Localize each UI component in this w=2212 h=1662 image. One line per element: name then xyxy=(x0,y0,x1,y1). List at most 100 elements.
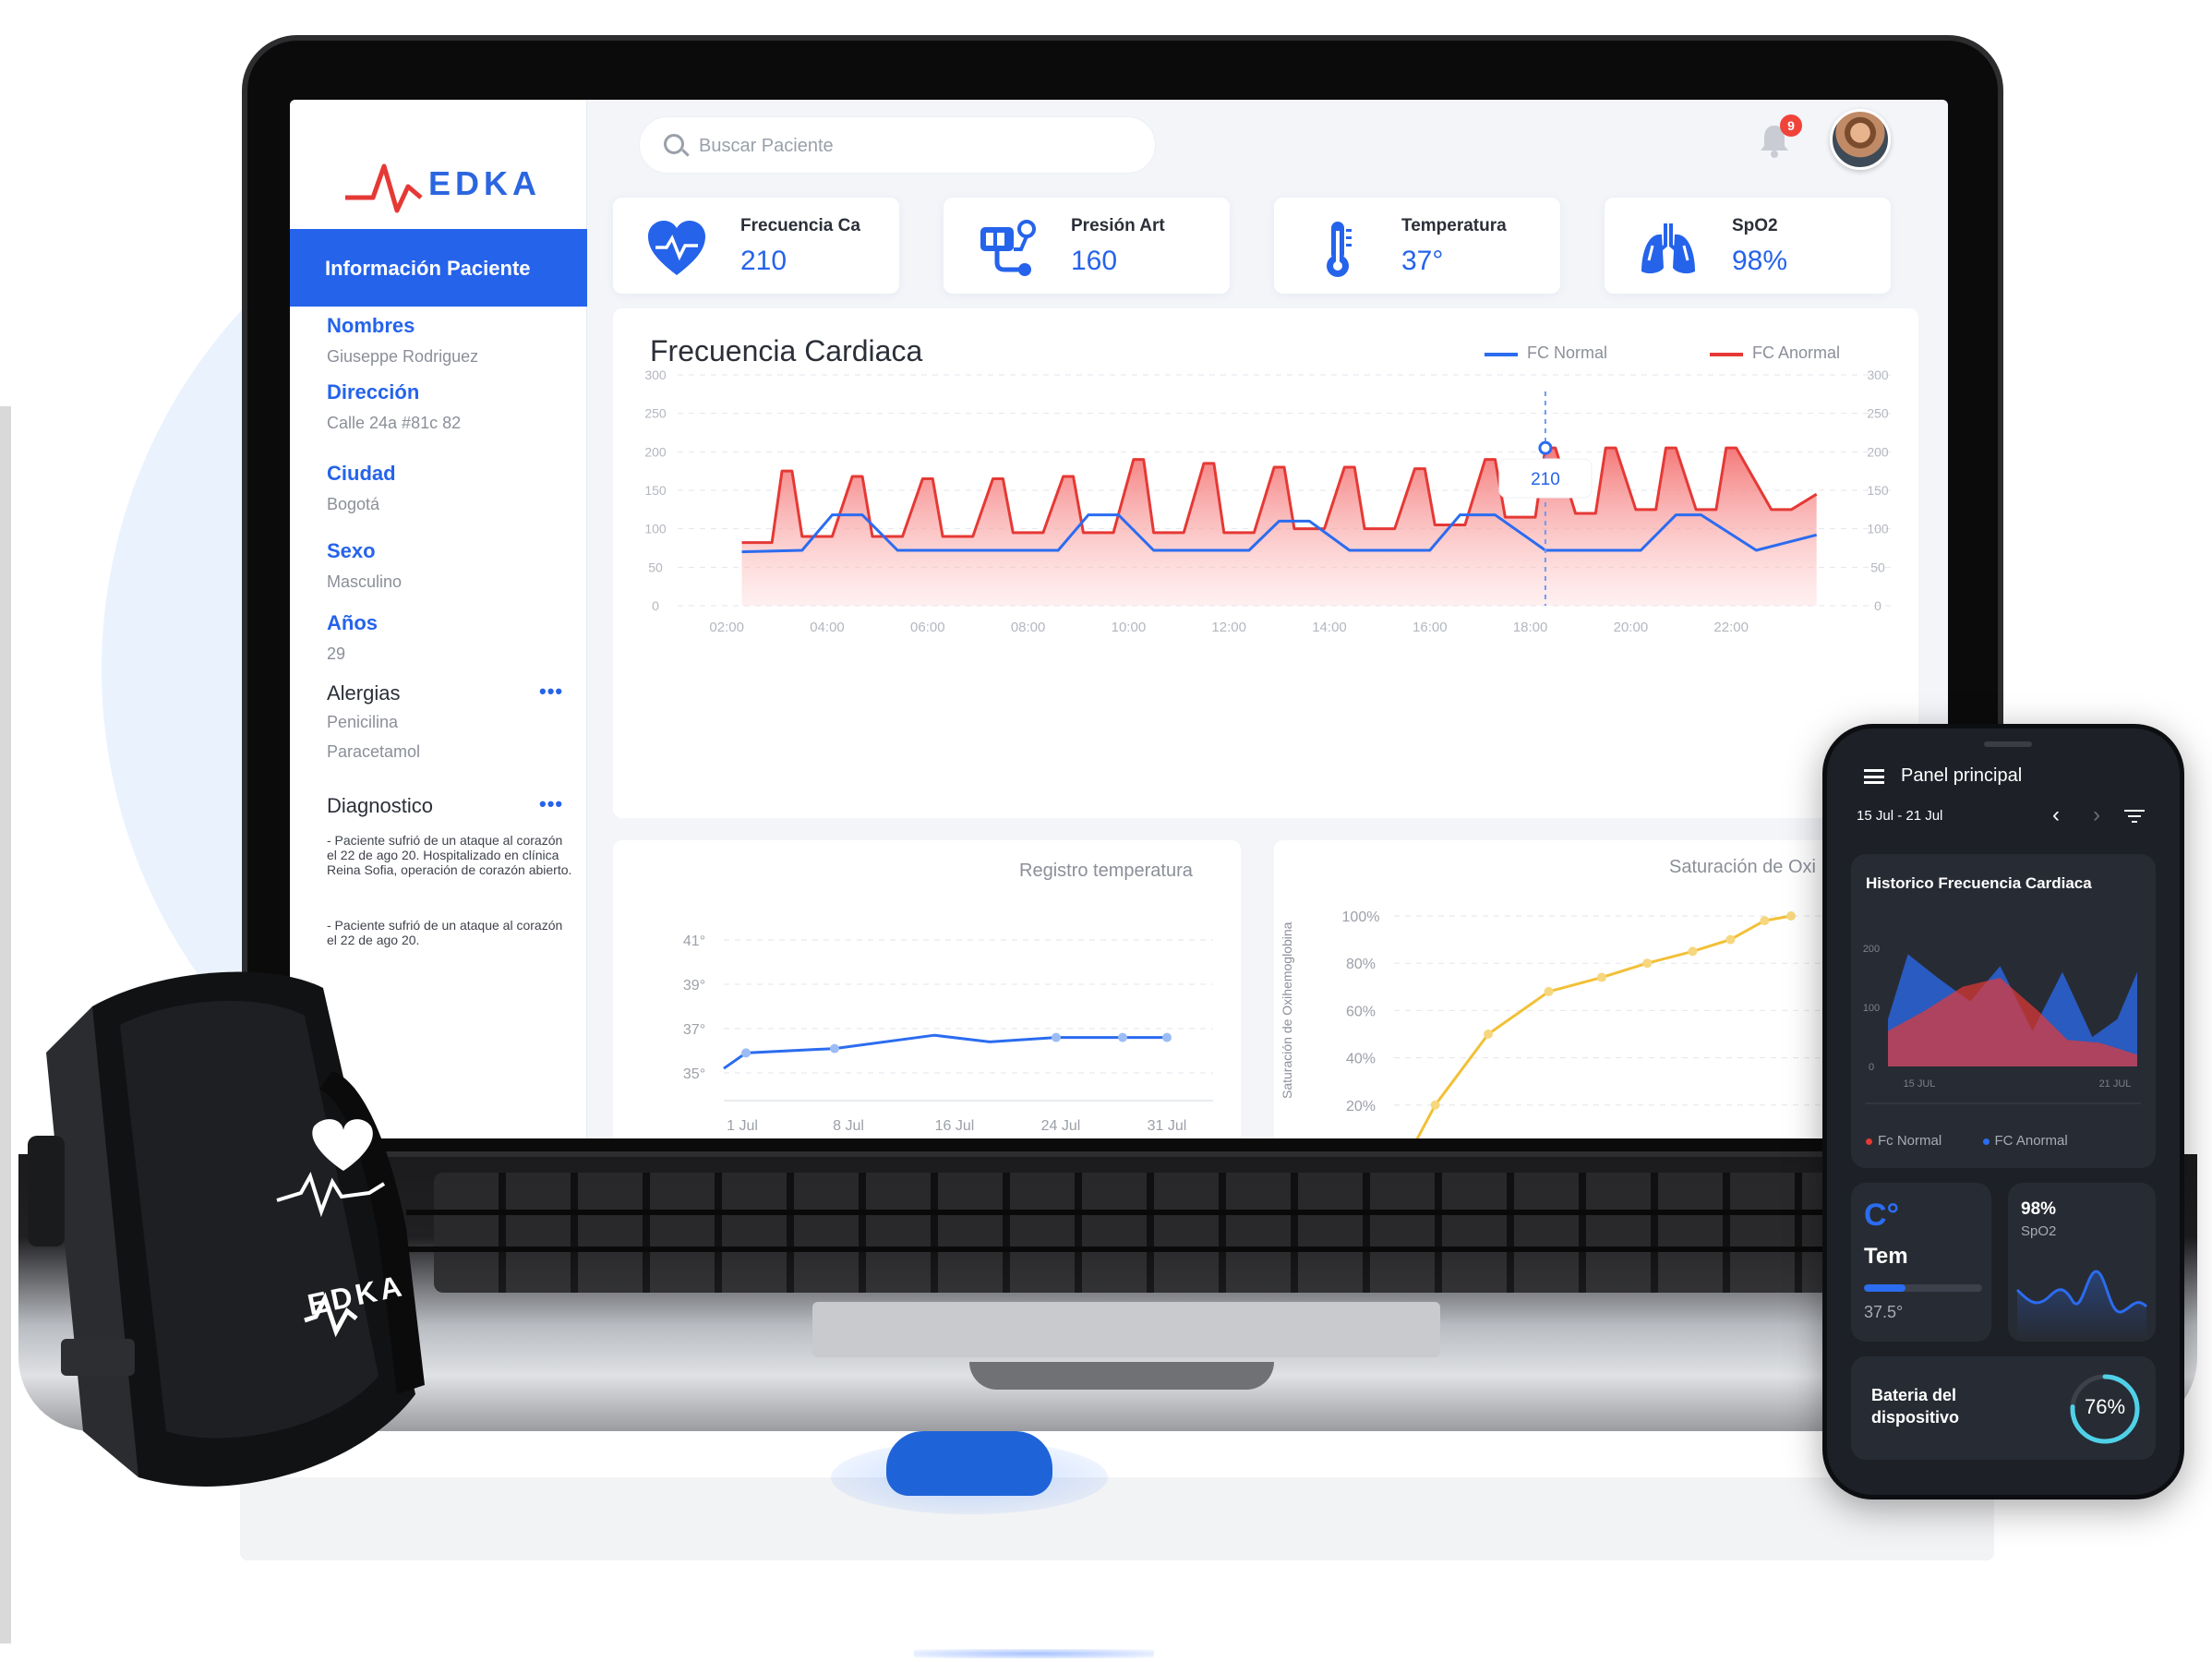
y-tick-label: 41° xyxy=(683,933,705,949)
field-value-city: Bogotá xyxy=(327,495,380,513)
y-tick-label-right: 0 xyxy=(1874,598,1881,613)
x-tick-label: 08:00 xyxy=(1011,620,1046,635)
chevron-left-icon[interactable]: ‹ xyxy=(2052,802,2060,828)
phone-heart-rate-card[interactable]: Historico Frecuencia Cardiaca 0 100 200 15 … xyxy=(1851,854,2156,1168)
card-value: 98% xyxy=(2021,1199,2057,1219)
allergies-label: Alergias xyxy=(327,681,401,705)
legend-label-abnormal[interactable]: FC Anormal xyxy=(1752,343,1840,363)
stat-label: SpO2 xyxy=(1732,216,1778,235)
stat-card-blood-pressure[interactable]: Presión Art 160 xyxy=(944,198,1230,294)
diagnosis-label: Diagnostico xyxy=(327,794,433,817)
y-tick-label-right: 250 xyxy=(1867,406,1889,421)
temperature-chart: 35° 37° 39° 41° 1 Jul 8 Jul 16 Jul 24 Jul 31 Jul xyxy=(683,933,1213,1134)
phone-title: Panel principal xyxy=(1901,765,2023,786)
diagnosis-entry: - Paciente sufrió de un ataque al corazó… xyxy=(327,833,572,877)
temperature-point xyxy=(1118,1032,1127,1042)
battery-value: 76% xyxy=(2084,1395,2126,1418)
floor-glow xyxy=(914,1649,1154,1658)
allergies-more-icon[interactable]: ••• xyxy=(539,680,563,704)
y-tick-label-left: 150 xyxy=(644,483,667,498)
y-tick-label-right: 300 xyxy=(1867,367,1889,382)
spo2-line xyxy=(1415,914,1792,1138)
phone-chart-legend: Fc Normal FC Anormal xyxy=(1866,1133,2068,1149)
tooltip-value: 210 xyxy=(1531,470,1560,489)
user-avatar[interactable] xyxy=(1830,109,1891,170)
field-label-sex: Sexo xyxy=(327,539,376,562)
floor-shadow xyxy=(240,1477,1994,1560)
stat-value: 37° xyxy=(1401,246,1444,276)
field-label-address: Dirección xyxy=(327,380,420,403)
laptop-trackpad xyxy=(812,1302,1440,1357)
y-tick-label-left: 200 xyxy=(644,444,667,459)
y-tick-label-left: 0 xyxy=(652,598,659,613)
search-box[interactable] xyxy=(639,116,1156,174)
y-tick-label-left: 100 xyxy=(644,522,667,536)
stat-label: Presión Art xyxy=(1071,216,1165,235)
legend-dot xyxy=(1982,1138,1990,1145)
field-value-names: Giuseppe Rodriguez xyxy=(327,347,479,366)
temperature-progress-fill xyxy=(1864,1284,1905,1292)
date-range[interactable]: 15 Jul - 21 Jul xyxy=(1857,808,1942,824)
search-input[interactable] xyxy=(699,128,1124,163)
y-tick-label: 200 xyxy=(1863,944,1880,955)
y-tick-label: 80% xyxy=(1346,957,1376,972)
phone-app: Panel principal 15 Jul - 21 Jul ‹ › Hist… xyxy=(1822,724,2184,1499)
logo-text: EDKA xyxy=(428,164,542,202)
stat-card-temperature[interactable]: Temperatura 37° xyxy=(1274,198,1560,294)
x-tick-label: 10:00 xyxy=(1112,620,1147,635)
card-label: SpO2 xyxy=(2021,1223,2057,1239)
blood-pressure-icon xyxy=(980,220,1036,276)
spo2-point xyxy=(1484,1030,1493,1039)
temperature-point xyxy=(741,1048,751,1058)
x-tick-label: 14:00 xyxy=(1312,620,1347,635)
allergy-item: Penicilina xyxy=(327,713,399,731)
spo2-point xyxy=(1597,972,1606,982)
x-tick-label: 02:00 xyxy=(709,620,744,635)
temperature-line xyxy=(723,1033,1167,1070)
x-tick-label: 20:00 xyxy=(1614,620,1649,635)
legend-swatch-normal xyxy=(1485,353,1518,356)
chevron-right-icon[interactable]: › xyxy=(2093,802,2100,828)
y-tick-label: 37° xyxy=(683,1022,705,1038)
hover-point xyxy=(1538,440,1553,455)
x-tick-label: 04:00 xyxy=(810,620,845,635)
phone-battery-card[interactable]: Bateria del dispositivo 76% xyxy=(1851,1356,2156,1460)
phone-temperature-card[interactable]: C° Tem 37.5° xyxy=(1851,1183,1991,1342)
legend-swatch-abnormal xyxy=(1710,353,1743,356)
x-tick-label: 8 Jul xyxy=(833,1118,864,1134)
filter-icon[interactable] xyxy=(2124,810,2145,823)
menu-icon[interactable] xyxy=(1864,769,1884,784)
phone-heart-rate-chart: 0 100 200 15 JUL 21 JUL xyxy=(1863,944,2141,1104)
field-label-names: Nombres xyxy=(327,314,415,337)
x-tick-label: 21 JUL xyxy=(2099,1078,2132,1090)
phone-spo2-card[interactable]: 98% SpO2 xyxy=(2008,1183,2156,1342)
spo2-point xyxy=(1642,958,1653,969)
y-tick-label: 20% xyxy=(1346,1099,1376,1114)
y-tick-label-right: 200 xyxy=(1867,444,1889,459)
diagnosis-entry: - Paciente sufrió de un ataque al corazó… xyxy=(327,918,563,947)
legend-label-normal[interactable]: FC Normal xyxy=(1527,343,1607,363)
stat-card-heart-rate[interactable]: Frecuencia Ca 210 xyxy=(613,198,899,294)
spo2-point xyxy=(1760,916,1770,926)
heart-rate-chart: 0 0 50 50 100 100 150 150 200 200 250 250 300 300 02:0… xyxy=(644,367,1896,635)
x-tick-label: 06:00 xyxy=(910,620,945,635)
card-label: Bateria del dispositivo xyxy=(1871,1386,1960,1427)
x-tick-label: 16 Jul xyxy=(935,1118,975,1134)
stat-label: Temperatura xyxy=(1401,216,1507,235)
y-tick-label: 35° xyxy=(683,1066,705,1082)
stat-label: Frecuencia Ca xyxy=(740,216,860,235)
nav-item-patient-info[interactable]: Información Paciente xyxy=(290,229,587,307)
diagnosis-more-icon[interactable]: ••• xyxy=(539,792,563,816)
field-value-age: 29 xyxy=(327,644,346,663)
laptop-notch xyxy=(969,1362,1274,1390)
y-tick-label-left: 300 xyxy=(644,367,667,382)
legend-label: Fc Normal xyxy=(1878,1133,1942,1149)
field-value-sex: Masculino xyxy=(327,572,403,591)
y-tick-label: 100 xyxy=(1863,1003,1880,1014)
y-tick-label-left: 50 xyxy=(648,560,663,574)
series-area-abnormal xyxy=(741,448,1817,606)
temperature-point xyxy=(830,1043,839,1054)
stat-card-spo2[interactable]: SpO2 98% xyxy=(1605,198,1891,294)
y-tick-label-right: 50 xyxy=(1870,560,1885,574)
legend-label: FC Anormal xyxy=(1994,1133,2068,1149)
